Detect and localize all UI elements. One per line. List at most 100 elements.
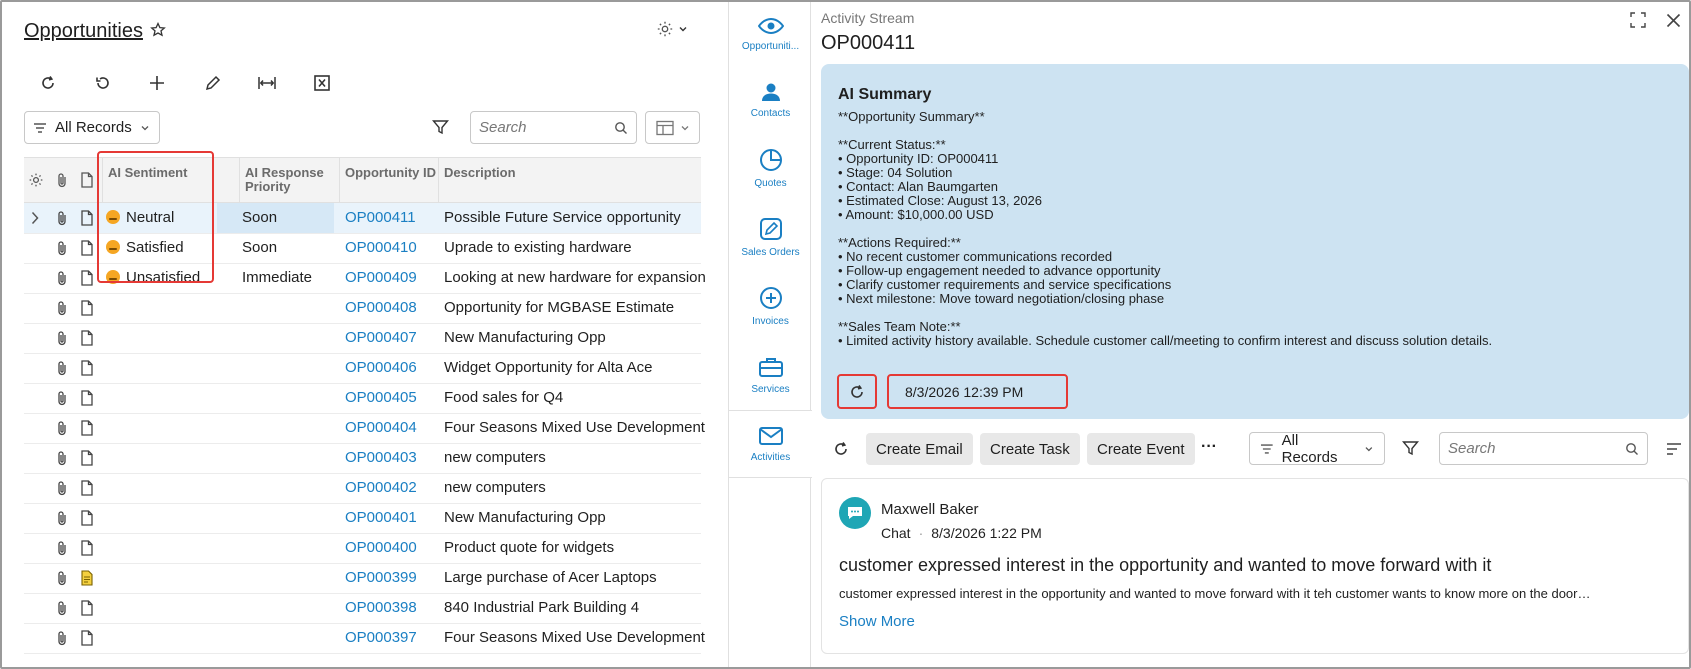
create-email-button[interactable]: Create Email	[866, 433, 973, 465]
activity-author[interactable]: Maxwell Baker	[881, 501, 979, 518]
ai-summary-line: • Opportunity ID: OP000411	[838, 151, 999, 166]
opportunity-id-link[interactable]: OP000405	[345, 389, 417, 406]
attachment-icon[interactable]	[56, 390, 68, 406]
add-button[interactable]	[145, 71, 169, 95]
attachment-icon[interactable]	[56, 570, 68, 586]
nav-item-opportunities[interactable]: Opportuniti...	[729, 0, 812, 68]
opportunity-id-link[interactable]: OP000398	[345, 599, 417, 616]
opportunity-id-link[interactable]: OP000410	[345, 239, 417, 256]
note-icon[interactable]	[81, 540, 93, 556]
note-icon[interactable]	[81, 480, 93, 496]
note-icon[interactable]	[81, 300, 93, 316]
note-icon[interactable]	[81, 630, 93, 646]
nav-item-services[interactable]: Services	[729, 341, 812, 409]
search-input[interactable]: Search	[470, 111, 637, 144]
note-icon[interactable]	[81, 270, 93, 286]
create-task-button[interactable]: Create Task	[980, 433, 1080, 465]
attachment-icon[interactable]	[56, 480, 68, 496]
table-row[interactable]: OP000406 Widget Opportunity for Alta Ace	[24, 353, 701, 384]
refresh-icon	[851, 384, 863, 398]
attachment-icon[interactable]	[56, 270, 68, 286]
attachment-icon[interactable]	[56, 300, 68, 316]
table-row[interactable]: OP000401 New Manufacturing Opp	[24, 503, 701, 534]
opportunity-id-link[interactable]: OP000408	[345, 299, 417, 316]
export-excel-button[interactable]	[310, 71, 334, 95]
note-icon[interactable]	[81, 600, 93, 616]
activity-card[interactable]: Maxwell Baker Chat · 8/3/2026 1:22 PM cu…	[821, 478, 1689, 654]
attachment-icon[interactable]	[56, 540, 68, 556]
fit-columns-button[interactable]	[255, 71, 279, 95]
settings-menu-button[interactable]	[656, 20, 688, 38]
note-icon[interactable]	[81, 360, 93, 376]
note-icon[interactable]	[81, 450, 93, 466]
records-filter-dropdown[interactable]: All Records	[24, 111, 160, 144]
nav-item-invoices[interactable]: Invoices	[729, 272, 812, 340]
note-icon[interactable]	[81, 390, 93, 406]
attachment-icon[interactable]	[56, 600, 68, 616]
activity-subject[interactable]: customer expressed interest in the oppor…	[839, 555, 1491, 576]
activity-filter-button[interactable]	[1402, 440, 1419, 457]
table-row[interactable]: OP000399 Large purchase of Acer Laptops	[24, 563, 701, 594]
nav-item-contacts[interactable]: Contacts	[729, 66, 812, 134]
refresh-activities-button[interactable]	[832, 440, 850, 458]
column-layout-button[interactable]	[645, 111, 700, 144]
attachment-icon[interactable]	[56, 630, 68, 646]
create-event-button[interactable]: Create Event	[1087, 433, 1195, 465]
table-row[interactable]: OP000407 New Manufacturing Opp	[24, 323, 701, 354]
sort-button[interactable]	[1666, 442, 1682, 456]
table-row[interactable]: OP000408 Opportunity for MGBASE Estimate	[24, 293, 701, 324]
attachment-icon[interactable]	[56, 330, 68, 346]
note-filled-icon[interactable]	[81, 570, 93, 586]
more-actions-button[interactable]: ···	[1201, 438, 1217, 456]
nav-item-sales-orders[interactable]: Sales Orders	[729, 203, 812, 271]
table-row[interactable]: OP000404 Four Seasons Mixed Use Developme…	[24, 413, 705, 444]
opportunity-id-link[interactable]: OP000400	[345, 539, 417, 556]
attachment-icon[interactable]	[56, 360, 68, 376]
opportunity-id-link[interactable]: OP000407	[345, 329, 417, 346]
table-row[interactable]: OP000405 Food sales for Q4	[24, 383, 701, 414]
note-icon[interactable]	[81, 510, 93, 526]
attachment-icon[interactable]	[56, 450, 68, 466]
note-icon[interactable]	[81, 210, 93, 226]
table-row[interactable]: OP000397 Four Seasons Mixed Use Developme…	[24, 623, 705, 654]
column-header-ai-response-priority[interactable]: AI Response Priority	[245, 166, 335, 194]
attachment-icon[interactable]	[56, 210, 68, 226]
opportunity-id-link[interactable]: OP000404	[345, 419, 417, 436]
filter-button[interactable]	[432, 119, 449, 136]
attachment-icon[interactable]	[56, 420, 68, 436]
opportunity-id-link[interactable]: OP000397	[345, 629, 417, 646]
opportunity-id-link[interactable]: OP000401	[345, 509, 417, 526]
column-header-opportunity-id[interactable]: Opportunity ID	[345, 166, 436, 180]
edit-button[interactable]	[201, 71, 225, 95]
expand-row-icon[interactable]	[30, 211, 40, 225]
note-icon[interactable]	[81, 330, 93, 346]
close-button[interactable]	[1666, 13, 1681, 28]
opportunity-id-link[interactable]: OP000399	[345, 569, 417, 586]
opportunity-id-link[interactable]: OP000402	[345, 479, 417, 496]
attachment-icon[interactable]	[56, 240, 68, 256]
grid-settings-icon[interactable]	[28, 172, 44, 188]
show-more-link[interactable]: Show More	[839, 613, 915, 630]
regenerate-summary-button[interactable]	[837, 374, 877, 409]
table-row[interactable]: OP000398 840 Industrial Park Building 4	[24, 593, 701, 624]
nav-item-activities[interactable]: Activities	[729, 410, 812, 478]
note-icon[interactable]	[81, 240, 93, 256]
nav-item-quotes[interactable]: Quotes	[729, 134, 812, 202]
table-row[interactable]: OP000400 Product quote for widgets	[24, 533, 701, 564]
opportunity-id-link[interactable]: OP000411	[345, 209, 416, 226]
star-icon[interactable]	[150, 22, 166, 38]
opportunity-id-link[interactable]: OP000403	[345, 449, 417, 466]
opportunity-id-link[interactable]: OP000406	[345, 359, 417, 376]
note-icon[interactable]	[81, 420, 93, 436]
page-title[interactable]: Opportunities	[24, 20, 143, 43]
table-row[interactable]: OP000402 new computers	[24, 473, 701, 504]
activity-search-input[interactable]: Search	[1439, 432, 1648, 465]
attachment-icon[interactable]	[56, 510, 68, 526]
opportunity-id-link[interactable]: OP000409	[345, 269, 417, 286]
activity-records-filter-dropdown[interactable]: All Records	[1249, 432, 1385, 466]
table-row[interactable]: OP000403 new computers	[24, 443, 701, 474]
refresh-button[interactable]	[36, 71, 60, 95]
expand-button[interactable]	[1630, 12, 1646, 28]
column-header-description[interactable]: Description	[444, 166, 516, 180]
undo-button[interactable]	[91, 71, 115, 95]
